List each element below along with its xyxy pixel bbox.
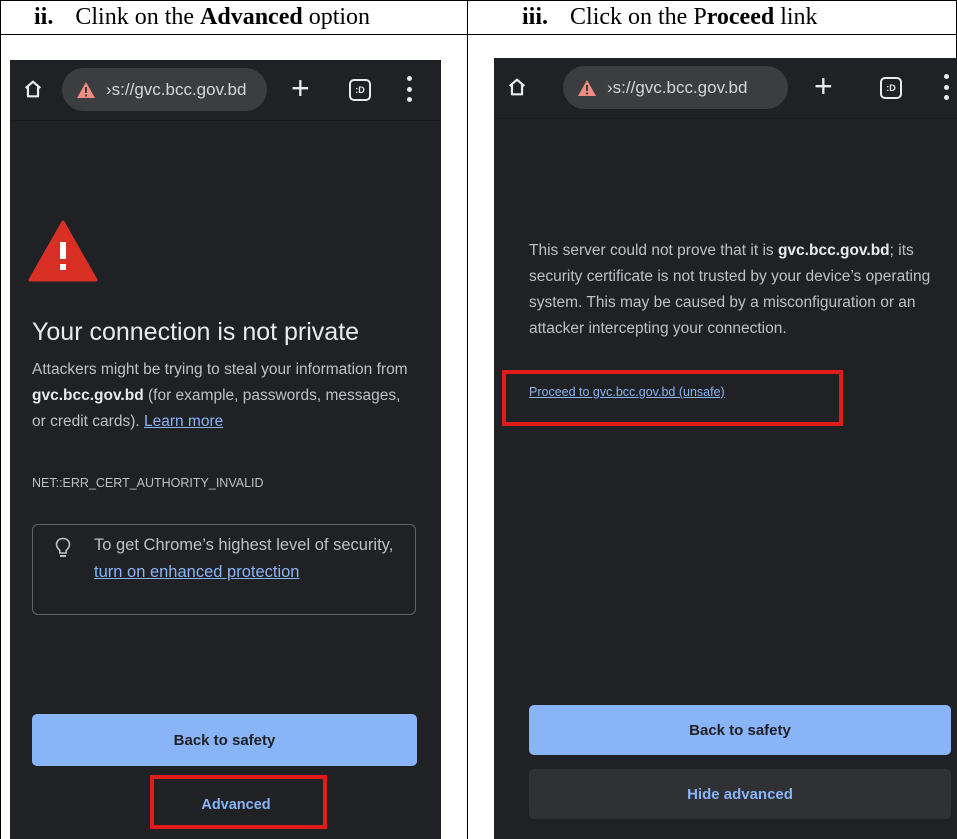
url-text: ›s://gvc.bcc.gov.bd [607,77,748,97]
home-icon[interactable] [22,78,44,100]
step-text: Click on the Proceed link [570,3,818,30]
step-text: Clink on the Advanced option [75,3,371,30]
warning-paragraph: Attackers might be trying to steal your … [32,361,408,430]
browser-toolbar: ›s://gvc.bcc.gov.bd + :D [10,60,441,121]
enhanced-protection-tip: To get Chrome’s highest level of securit… [32,524,416,615]
table-left-border [0,0,1,839]
advanced-highlight-box [150,775,327,829]
step-number: iii. [522,3,549,30]
domain-name: gvc.bcc.gov.bd [32,387,144,404]
page-title: Your connection is not private [32,318,360,346]
learn-more-link[interactable]: Learn more [144,413,223,430]
table-header-divider [0,34,957,35]
browser-toolbar: ›s://gvc.bcc.gov.bd + :D [494,58,957,119]
step-number: ii. [34,3,54,30]
home-icon[interactable] [506,76,528,98]
error-code: NET::ERR_CERT_AUTHORITY_INVALID [32,476,264,490]
tab-switcher-icon[interactable]: :D [349,79,371,101]
warning-triangle-icon [28,220,98,282]
url-text: ›s://gvc.bcc.gov.bd [106,79,247,99]
right-column-header: iii. Click on the Proceed link [522,0,952,34]
right-phone-screenshot: ›s://gvc.bcc.gov.bd + :D This server cou… [494,58,957,839]
table-middle-border [467,0,468,839]
left-column-header: ii. Clink on the Advanced option [34,0,464,34]
back-to-safety-button[interactable]: Back to safety [529,705,951,755]
lightbulb-icon [55,537,71,557]
new-tab-icon[interactable]: + [291,72,310,104]
left-phone-screenshot: ›s://gvc.bcc.gov.bd + :D Your connection… [10,60,441,839]
warning-icon [578,79,596,96]
warning-icon [77,81,95,98]
new-tab-icon[interactable]: + [814,70,833,102]
enhanced-protection-link[interactable]: turn on enhanced protection [94,563,300,581]
more-menu-icon[interactable] [406,76,412,102]
domain-name: gvc.bcc.gov.bd [777,242,890,259]
address-bar[interactable]: ›s://gvc.bcc.gov.bd [563,66,788,109]
back-to-safety-button[interactable]: Back to safety [32,714,417,766]
tip-text: To get Chrome’s highest level of securit… [94,536,394,581]
more-menu-icon[interactable] [943,74,949,100]
tab-switcher-icon[interactable]: :D [880,77,902,99]
advanced-explanation-paragraph: This server could not prove that it is g… [529,242,931,337]
hide-advanced-button[interactable]: Hide advanced [529,769,951,819]
address-bar[interactable]: ›s://gvc.bcc.gov.bd [62,68,267,111]
proceed-highlight-box [502,370,843,426]
